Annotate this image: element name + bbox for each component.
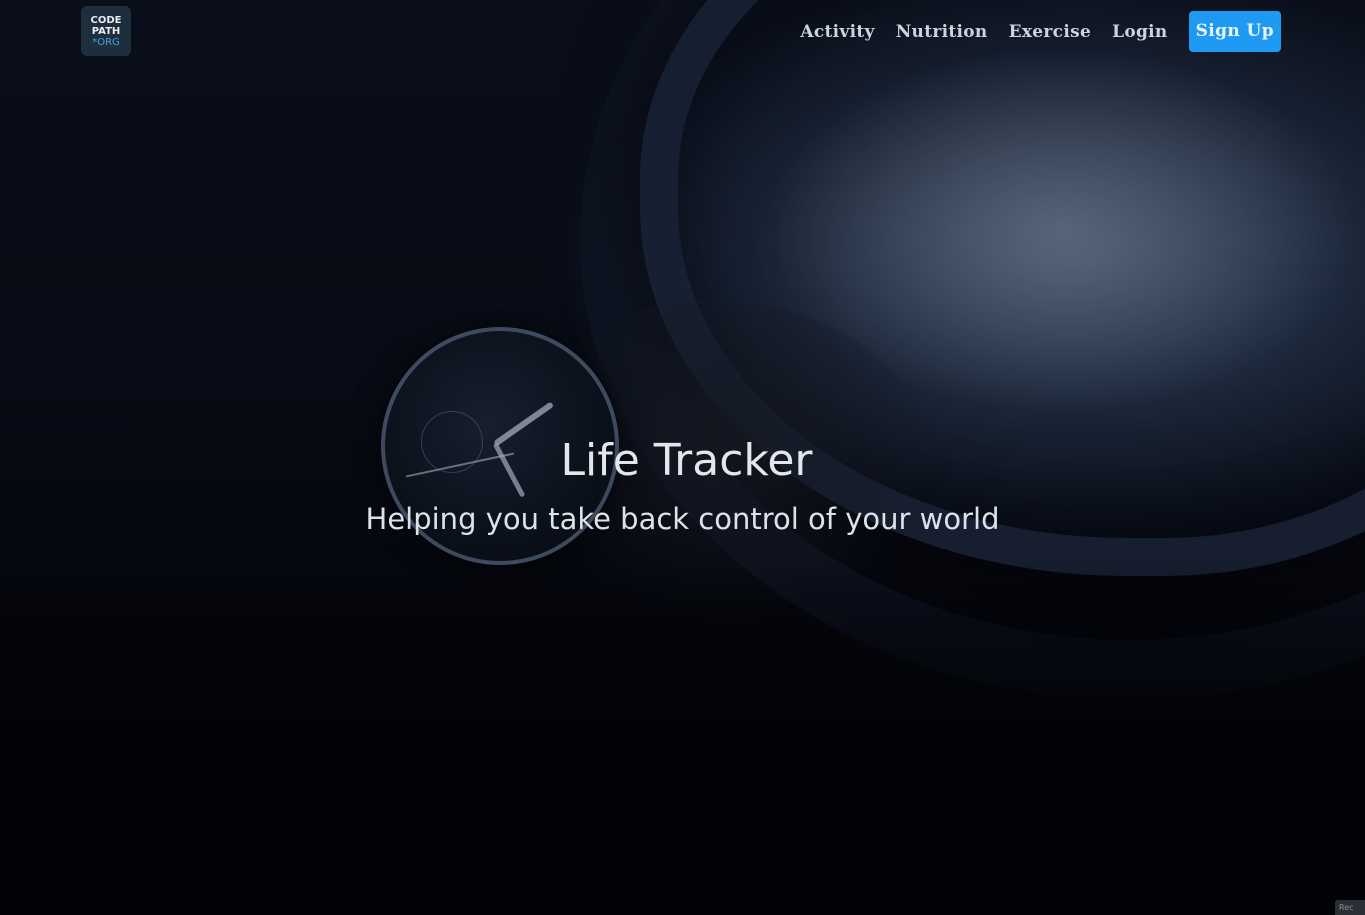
corner-widget[interactable]: Rec: [1335, 900, 1365, 915]
hero-title: Life Tracker: [560, 435, 813, 486]
nav-link-activity[interactable]: Activity: [800, 22, 874, 42]
hero-section: CODE PATH *ORG Activity Nutrition Exerci…: [0, 0, 1365, 915]
codepath-logo[interactable]: CODE PATH *ORG: [81, 6, 131, 56]
logo-line-path: PATH: [91, 25, 121, 37]
nav-link-nutrition[interactable]: Nutrition: [896, 22, 988, 42]
signup-button[interactable]: Sign Up: [1188, 11, 1281, 52]
logo-line-org: *ORG: [92, 36, 120, 48]
logo-line-code: CODE: [90, 14, 122, 26]
nav-link-exercise[interactable]: Exercise: [1009, 22, 1091, 42]
nav-link-login[interactable]: Login: [1112, 22, 1168, 42]
hero-text: Life Tracker Helping you take back contr…: [0, 430, 1365, 546]
navbar: CODE PATH *ORG Activity Nutrition Exerci…: [0, 0, 1365, 64]
hero-subtitle: Helping you take back control of your wo…: [365, 502, 1000, 536]
nav-links: Activity Nutrition Exercise Login Sign U…: [800, 11, 1281, 52]
